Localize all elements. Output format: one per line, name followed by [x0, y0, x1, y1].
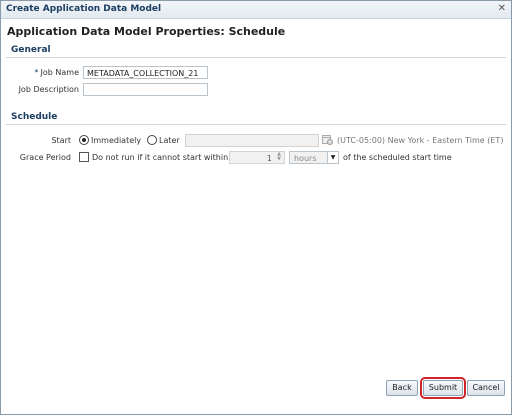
grace-value-stepper[interactable]: 1 ▲ ▼ [229, 151, 285, 164]
job-description-field[interactable] [83, 83, 208, 96]
grace-period-checkbox[interactable] [79, 152, 89, 162]
grace-unit-value: hours [294, 154, 317, 163]
job-name-field[interactable]: METADATA_COLLECTION_21 [83, 66, 208, 79]
chevron-down-icon[interactable]: ▼ [327, 152, 338, 163]
close-icon[interactable]: ✕ [498, 3, 506, 14]
job-name-label: * Job Name [11, 68, 79, 77]
cancel-button[interactable]: Cancel [467, 380, 505, 396]
later-label: Later [159, 136, 180, 145]
create-data-model-dialog: Create Application Data Model ✕ Applicat… [0, 0, 512, 415]
timezone-text: (UTC-05:00) New York - Eastern Time (ET) [337, 136, 504, 145]
grace-value: 1 [266, 154, 272, 163]
schedule-header-text: Schedule [11, 112, 58, 122]
start-label: Start [51, 136, 71, 145]
dialog-title: Create Application Data Model [6, 4, 162, 14]
immediately-label: Immediately [91, 136, 142, 145]
grace-period-label: Grace Period [19, 153, 71, 162]
job-description-label: Job Description [18, 85, 79, 94]
page-title: Application Data Model Properties: Sched… [7, 25, 286, 38]
general-header-text: General [11, 45, 51, 55]
grace-checkbox-label: Do not run if it cannot start within [92, 153, 229, 162]
job-name-label-text: Job Name [40, 68, 79, 77]
start-datetime-field[interactable] [185, 134, 319, 147]
required-marker: * [34, 68, 39, 77]
immediately-radio[interactable] [79, 135, 89, 145]
general-section-header: General [6, 44, 506, 58]
calendar-icon[interactable] [322, 134, 333, 145]
grace-unit-select[interactable]: hours ▼ [289, 151, 339, 164]
stepper-arrows-icon[interactable]: ▲ ▼ [275, 152, 283, 163]
submit-button[interactable]: Submit [420, 377, 466, 399]
dialog-titlebar: Create Application Data Model ✕ [1, 1, 511, 19]
back-button[interactable]: Back [386, 380, 418, 396]
later-radio[interactable] [147, 135, 157, 145]
grace-suffix: of the scheduled start time [343, 153, 452, 162]
schedule-section-header: Schedule [6, 111, 506, 125]
